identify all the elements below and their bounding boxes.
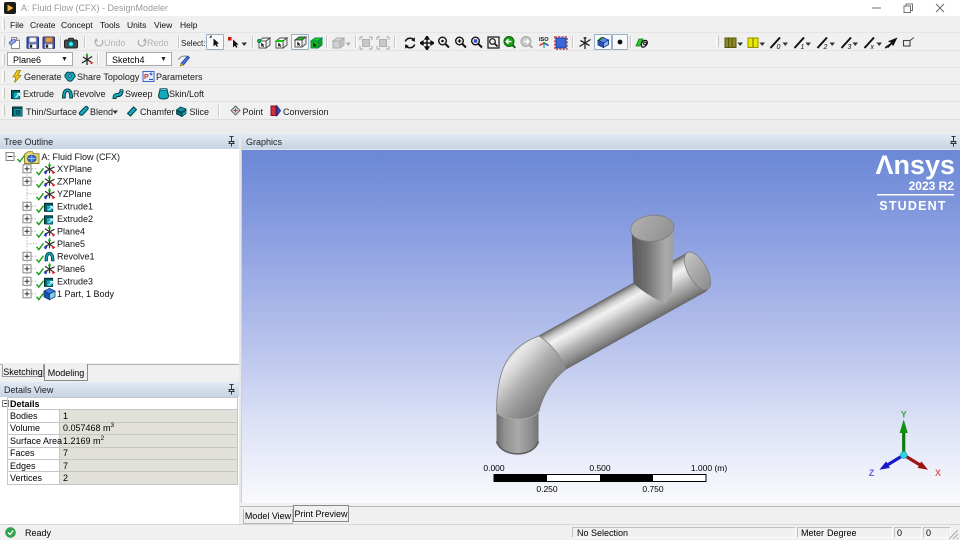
svg-text:Y: Y — [901, 410, 907, 420]
svg-text:Extrude2: Extrude2 — [57, 214, 93, 224]
svg-text:STUDENT: STUDENT — [879, 199, 946, 213]
svg-text:0: 0 — [777, 44, 781, 50]
svg-text:Extrude3: Extrude3 — [57, 277, 93, 287]
svg-text:Plane6: Plane6 — [57, 264, 85, 274]
svg-text:ZXPlane: ZXPlane — [57, 177, 92, 187]
svg-text:A: Fluid Flow (CFX): A: Fluid Flow (CFX) — [42, 152, 121, 162]
svg-text:x: x — [870, 44, 875, 50]
svg-text:X: X — [935, 468, 941, 478]
svg-text:Z: Z — [869, 468, 875, 478]
svg-text:0.000: 0.000 — [483, 463, 505, 473]
svg-text:XYPlane: XYPlane — [57, 164, 92, 174]
svg-text:2023 R2: 2023 R2 — [909, 179, 955, 193]
svg-text:0.750: 0.750 — [642, 484, 664, 494]
svg-text:1.000 (m): 1.000 (m) — [691, 463, 728, 473]
svg-text:Plane4: Plane4 — [57, 227, 85, 237]
svg-text:Plane5: Plane5 — [57, 239, 85, 249]
svg-text:1: 1 — [800, 44, 804, 50]
svg-text:2: 2 — [823, 44, 828, 50]
svg-text:Revolve1: Revolve1 — [57, 252, 95, 262]
svg-text:Λnsys: Λnsys — [875, 150, 955, 180]
svg-text:3: 3 — [847, 44, 851, 50]
svg-text:1 Part, 1 Body: 1 Part, 1 Body — [57, 289, 115, 299]
svg-text:Extrude1: Extrude1 — [57, 202, 93, 212]
svg-text:0.250: 0.250 — [536, 484, 558, 494]
svg-text:YZPlane: YZPlane — [57, 189, 92, 199]
svg-text:0.500: 0.500 — [589, 463, 611, 473]
